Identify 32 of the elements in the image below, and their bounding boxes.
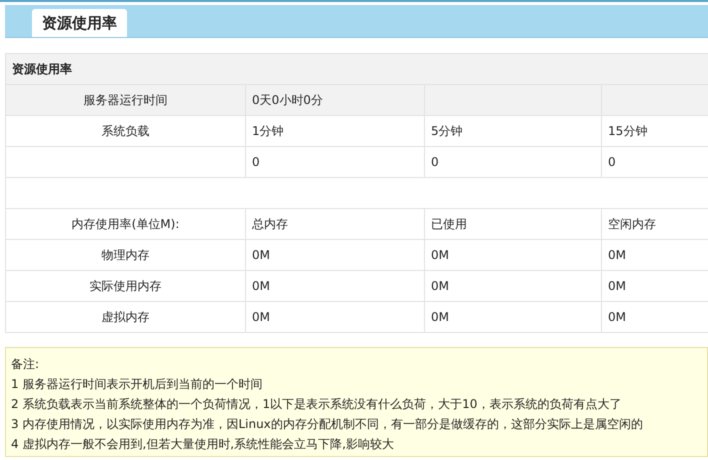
row-label: 服务器运行时间 bbox=[84, 92, 168, 108]
table-cell: 15分钟 bbox=[608, 122, 648, 140]
row-label: 物理内存 bbox=[102, 246, 150, 264]
table-cell: 空闲内存 bbox=[608, 216, 656, 232]
note-text: 3 内存使用情况，以实际使用内存为准，因Linux的内存分配机制不同，有一部分是做缓存的，这部分实际上是属空闲的 bbox=[11, 416, 644, 433]
table-cell: 0M bbox=[252, 248, 270, 262]
table-cell: 1分钟 bbox=[252, 122, 284, 140]
table-cell: 0M bbox=[608, 248, 626, 262]
table-cell: 5分钟 bbox=[431, 122, 463, 140]
table-cell: 0M bbox=[431, 310, 449, 324]
tab[interactable]: 资源使用率 bbox=[32, 9, 127, 37]
table-cell: 总内存 bbox=[252, 216, 288, 232]
table-cell: 0 bbox=[608, 155, 616, 169]
table-cell: 0M bbox=[252, 310, 270, 324]
table-cell: 0 bbox=[252, 155, 260, 169]
table-cell: 0M bbox=[252, 279, 270, 293]
row-label: 虚拟内存 bbox=[102, 308, 150, 326]
table-cell: 0M bbox=[431, 279, 449, 293]
note-text: 1 服务器运行时间表示开机后到当前的一个时间 bbox=[11, 376, 264, 393]
table-cell: 0M bbox=[431, 248, 449, 262]
table-cell: 0天0小时0分 bbox=[252, 92, 323, 108]
row-label: 实际使用内存 bbox=[90, 278, 162, 294]
table-cell: 0M bbox=[608, 310, 626, 324]
notes-title: 备注: bbox=[11, 356, 40, 373]
table-cell: 0M bbox=[608, 279, 626, 293]
note-text: 2 系统负载表示当前系统整体的一个负荷情况，1以下是表示系统没有什么负荷，大于10，表示系统的负荷有点大了 bbox=[11, 396, 622, 413]
row-label: 内存使用率(单位M): bbox=[72, 216, 180, 232]
table-cell: 已使用 bbox=[431, 216, 467, 232]
table-cell: 0 bbox=[431, 155, 439, 169]
row-label: 系统负载 bbox=[102, 122, 150, 140]
panel-title: 资源使用率 bbox=[6, 54, 708, 85]
note-text: 4 虚拟内存一般不会用到,但若大量使用时,系统性能会立马下降,影响较大 bbox=[11, 436, 395, 453]
